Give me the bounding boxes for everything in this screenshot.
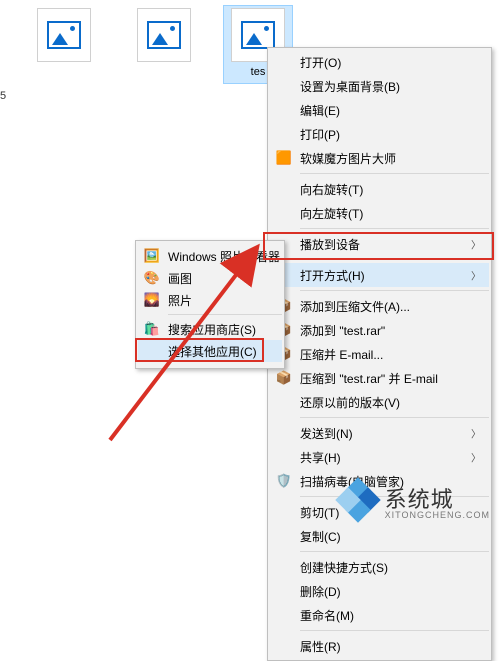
menu-set-background[interactable]: 设置为桌面背景(B) [270, 74, 489, 98]
menu-separator [300, 630, 489, 631]
context-menu: 打开(O) 设置为桌面背景(B) 编辑(E) 打印(P) 🟧软媒魔方图片大师 向… [267, 47, 492, 661]
menu-open[interactable]: 打开(O) [270, 50, 489, 74]
chevron-right-icon: 〉 [471, 268, 481, 283]
menu-properties[interactable]: 属性(R) [270, 634, 489, 658]
photo-viewer-icon: 🖼️ [144, 248, 160, 264]
menu-email-archive[interactable]: 📦压缩并 E-mail... [270, 342, 489, 366]
watermark-subtitle: XITONGCHENG.COM [385, 510, 490, 520]
watermark: 系统城 XITONGCHENG.COM [339, 481, 490, 521]
open-with-submenu: 🖼️Windows 照片查看器 🎨画图 🌄照片 🛍️搜索应用商店(S) 选择其他… [135, 240, 285, 369]
submenu-search-store[interactable]: 🛍️搜索应用商店(S) [138, 318, 282, 340]
app-icon: 🟧 [276, 150, 292, 166]
menu-edit[interactable]: 编辑(E) [270, 98, 489, 122]
paint-icon: 🎨 [144, 270, 160, 286]
image-thumbnail [37, 8, 91, 62]
chevron-right-icon: 〉 [471, 450, 481, 465]
menu-copy[interactable]: 复制(C) [270, 524, 489, 548]
watermark-title: 系统城 [385, 487, 454, 512]
watermark-logo-icon [339, 481, 379, 521]
desktop-area: 5 tes 打开(O) 设置为桌面背景(B) 编辑(E) 打印(P) 🟧软媒魔方… [0, 0, 500, 527]
picture-icon [147, 21, 181, 49]
menu-separator [168, 314, 282, 315]
store-icon: 🛍️ [144, 321, 160, 337]
menu-delete[interactable]: 删除(D) [270, 579, 489, 603]
submenu-photos[interactable]: 🌄照片 [138, 289, 282, 311]
submenu-choose-app[interactable]: 选择其他应用(C) [138, 340, 282, 362]
file-item[interactable] [130, 8, 198, 66]
menu-separator [300, 551, 489, 552]
truncated-filename: 5 [0, 90, 6, 102]
menu-add-archive[interactable]: 📦添加到压缩文件(A)... [270, 294, 489, 318]
submenu-photo-viewer[interactable]: 🖼️Windows 照片查看器 [138, 245, 282, 267]
menu-separator [300, 173, 489, 174]
image-thumbnail [137, 8, 191, 62]
menu-create-shortcut[interactable]: 创建快捷方式(S) [270, 555, 489, 579]
menu-rename[interactable]: 重命名(M) [270, 603, 489, 627]
menu-rotate-right[interactable]: 向右旋转(T) [270, 177, 489, 201]
menu-separator [300, 228, 489, 229]
chevron-right-icon: 〉 [471, 426, 481, 441]
menu-ruanmei[interactable]: 🟧软媒魔方图片大师 [270, 146, 489, 170]
photos-icon: 🌄 [144, 292, 160, 308]
winrar-icon: 📦 [276, 370, 292, 386]
menu-rotate-left[interactable]: 向左旋转(T) [270, 201, 489, 225]
submenu-paint[interactable]: 🎨画图 [138, 267, 282, 289]
menu-email-testrar[interactable]: 📦压缩到 "test.rar" 并 E-mail [270, 366, 489, 390]
picture-icon [47, 21, 81, 49]
menu-separator [300, 259, 489, 260]
menu-open-with[interactable]: 打开方式(H)〉 [270, 263, 489, 287]
menu-separator [300, 290, 489, 291]
shield-icon: 🛡️ [276, 473, 292, 489]
menu-add-testrar[interactable]: 📦添加到 "test.rar" [270, 318, 489, 342]
menu-send-to[interactable]: 发送到(N)〉 [270, 421, 489, 445]
menu-restore-previous[interactable]: 还原以前的版本(V) [270, 390, 489, 414]
menu-separator [300, 417, 489, 418]
file-item[interactable] [30, 8, 98, 66]
menu-cast-device[interactable]: 播放到设备〉 [270, 232, 489, 256]
menu-print[interactable]: 打印(P) [270, 122, 489, 146]
menu-sharing[interactable]: 共享(H)〉 [270, 445, 489, 469]
chevron-right-icon: 〉 [471, 237, 481, 252]
picture-icon [241, 21, 275, 49]
